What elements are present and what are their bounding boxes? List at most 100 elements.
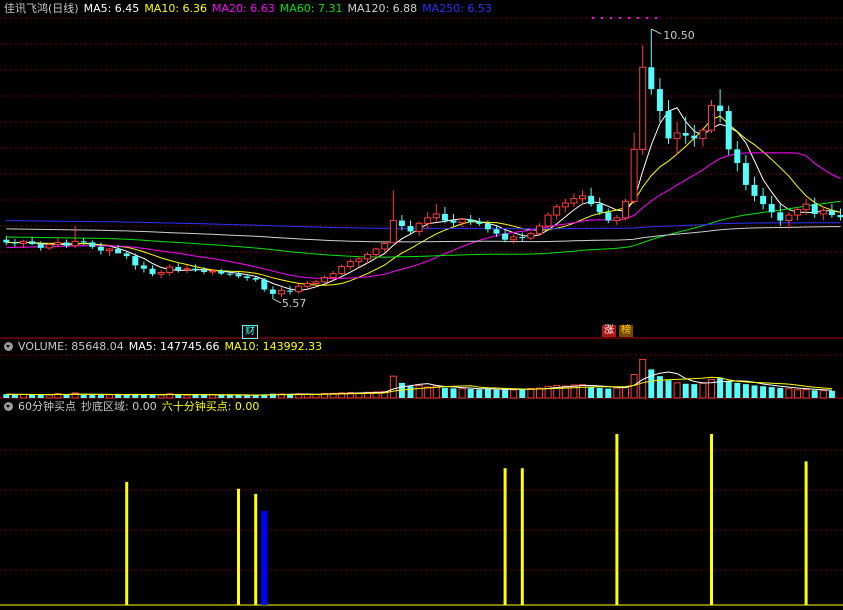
volume-bar bbox=[742, 384, 749, 398]
candle-body bbox=[346, 261, 354, 268]
low-price-label: 5.57 bbox=[282, 297, 307, 310]
sixty-minute-buy-bar bbox=[710, 434, 713, 605]
volume-bar bbox=[226, 395, 233, 398]
candle-body bbox=[398, 220, 405, 226]
volume-bar bbox=[407, 386, 414, 398]
volume-bar bbox=[20, 393, 27, 399]
candle-body bbox=[819, 210, 827, 215]
volume-bar bbox=[699, 382, 707, 399]
candle-body bbox=[605, 212, 612, 221]
candle-body bbox=[140, 265, 147, 269]
candle-body bbox=[45, 244, 53, 249]
volume-bar bbox=[751, 385, 758, 398]
volume-bar bbox=[760, 386, 767, 398]
candle-body bbox=[828, 210, 835, 216]
volume-bar bbox=[527, 388, 535, 399]
volume-bar bbox=[734, 382, 741, 398]
candle-body bbox=[407, 226, 414, 232]
candle-body bbox=[235, 274, 242, 277]
volume-bar bbox=[106, 394, 113, 399]
sixty-minute-buy-bar bbox=[254, 493, 258, 605]
ma120-legend: MA120: 6.88 bbox=[347, 2, 418, 15]
finance-tag[interactable]: 财 bbox=[242, 325, 258, 339]
candle-body bbox=[519, 236, 526, 239]
candle-body bbox=[467, 219, 474, 222]
volume-bar bbox=[218, 395, 225, 398]
candle-body bbox=[287, 290, 294, 292]
candle-body bbox=[364, 253, 371, 260]
candle-body bbox=[37, 244, 44, 248]
candle-body bbox=[201, 270, 208, 272]
candle-body bbox=[717, 105, 724, 112]
candle-body bbox=[303, 282, 311, 287]
volume-bar bbox=[605, 388, 612, 398]
candle-body bbox=[734, 149, 741, 164]
candle-body bbox=[502, 233, 509, 240]
candle-body bbox=[355, 258, 363, 263]
candle-body bbox=[252, 278, 259, 280]
volume-menu-icon[interactable] bbox=[4, 342, 13, 351]
candle-body bbox=[579, 195, 586, 200]
volume-bar bbox=[89, 395, 96, 398]
candle-body bbox=[458, 218, 466, 224]
volume-bar bbox=[536, 387, 543, 399]
candle-body bbox=[149, 268, 156, 275]
candle-body bbox=[708, 105, 715, 131]
candle-body bbox=[389, 220, 397, 243]
candle-body bbox=[450, 220, 457, 223]
candle-body bbox=[673, 132, 681, 139]
high-price-label: 10.50 bbox=[663, 29, 695, 42]
candle-body bbox=[321, 276, 328, 283]
indicator-bars bbox=[125, 434, 808, 605]
volume-bar bbox=[441, 387, 448, 398]
volume-bar bbox=[811, 390, 818, 398]
sixty-minute-legend: 六十分钟买点: 0.00 bbox=[161, 400, 260, 413]
volume-bar bbox=[244, 395, 251, 398]
candle-body bbox=[665, 111, 672, 139]
volume-bar bbox=[768, 387, 775, 398]
low-arrow bbox=[272, 298, 282, 304]
volume-bar bbox=[97, 394, 104, 398]
candle-body bbox=[570, 198, 578, 204]
candle-body bbox=[760, 195, 767, 205]
ma10-legend: MA10: 6.36 bbox=[144, 2, 208, 15]
sixty-minute-buy-bar bbox=[125, 481, 129, 605]
candle-body bbox=[312, 281, 320, 284]
candle-body bbox=[553, 206, 561, 216]
volume-bar bbox=[691, 384, 698, 398]
ranking-tag[interactable]: 榜 bbox=[619, 325, 633, 337]
ma20-legend: MA20: 6.63 bbox=[212, 2, 275, 15]
volume-bar bbox=[828, 390, 835, 398]
chart-title: 佳讯飞鸿(日线) bbox=[4, 2, 79, 15]
candle-body bbox=[811, 204, 818, 214]
candle-body bbox=[794, 209, 801, 216]
candle-body bbox=[493, 229, 500, 234]
candle-body bbox=[432, 213, 440, 219]
volume-bar bbox=[424, 386, 432, 399]
candle-body bbox=[751, 184, 758, 196]
price-legend: 佳讯飞鸿(日线) MA5: 6.45 MA10: 6.36 MA20: 6.63 MA6… bbox=[4, 2, 497, 16]
limit-up-tag[interactable]: 涨 bbox=[602, 325, 616, 337]
limit-up-dot bbox=[619, 17, 621, 19]
indicator-legend: 60分钟买点 抄底区域: 0.00 六十分钟买点: 0.00 bbox=[4, 400, 264, 414]
candle-body bbox=[29, 241, 36, 245]
volume-bar bbox=[613, 387, 621, 399]
candle-body bbox=[742, 163, 749, 185]
volume-bar bbox=[819, 390, 827, 399]
candle-body bbox=[175, 267, 182, 270]
candle-body bbox=[157, 272, 165, 275]
candle-body bbox=[544, 214, 552, 227]
volume-bar bbox=[183, 394, 191, 399]
candle-body bbox=[89, 242, 96, 247]
candle-body bbox=[329, 273, 337, 278]
candle-body bbox=[561, 202, 569, 208]
candle-body bbox=[97, 246, 104, 251]
volume-bar bbox=[11, 394, 18, 398]
limit-up-dot bbox=[610, 17, 612, 19]
sixty-minute-buy-bar bbox=[615, 434, 619, 605]
candle-body bbox=[192, 268, 199, 271]
volume-bar bbox=[45, 394, 53, 399]
sixty-minute-buy-bar bbox=[804, 461, 808, 605]
candle-body bbox=[123, 253, 130, 257]
indicator-menu-icon[interactable] bbox=[4, 402, 13, 411]
